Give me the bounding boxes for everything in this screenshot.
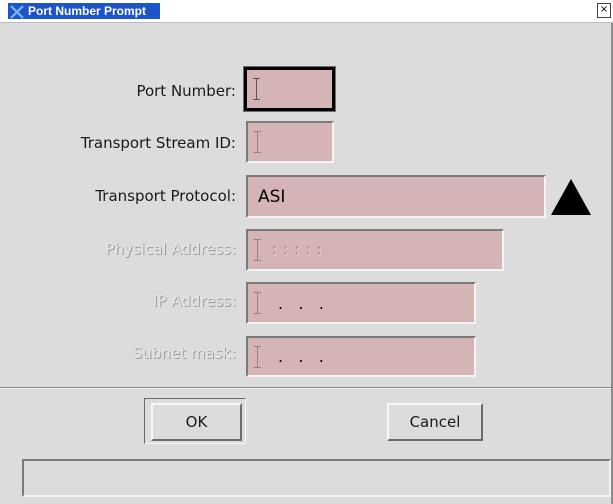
transport-stream-id-input[interactable] [246,121,334,163]
port-number-input[interactable] [243,66,336,112]
transport-stream-id-label: Transport Stream ID: [80,134,236,152]
ip-address-value: . . . [278,293,324,313]
physical-address-value: : : : : : [272,242,323,258]
text-cursor-icon [253,78,260,100]
transport-protocol-select[interactable]: ASI [246,175,546,218]
physical-address-input[interactable]: : : : : : [246,229,504,271]
text-cursor-icon [254,131,261,153]
port-number-label: Port Number: [136,82,236,100]
subnet-mask-input[interactable]: . . . [246,336,476,377]
title-bar[interactable]: Port Number Prompt × [0,0,613,23]
transport-protocol-value: ASI [258,186,286,207]
text-cursor-icon [254,345,261,368]
subnet-mask-label: Subnet mask: [132,344,236,362]
port-number-prompt-dialog: Port Number Prompt × Port Number: Transp… [0,0,613,504]
close-icon[interactable]: × [597,3,611,18]
triangle-up-icon[interactable] [551,179,591,215]
status-bar [22,459,611,497]
separator [0,387,611,389]
ip-address-label: IP Address: [152,292,236,310]
physical-address-label: Physical Address: [105,240,236,258]
transport-protocol-label: Transport Protocol: [95,187,236,205]
window-title: Port Number Prompt [28,4,147,18]
ip-address-input[interactable]: . . . [246,282,476,324]
text-cursor-icon [254,292,261,314]
text-cursor-icon [254,239,261,261]
cancel-button[interactable]: Cancel [387,403,483,441]
subnet-mask-value: . . . [278,347,324,366]
x-window-icon [10,4,24,19]
ok-button[interactable]: OK [151,403,242,441]
